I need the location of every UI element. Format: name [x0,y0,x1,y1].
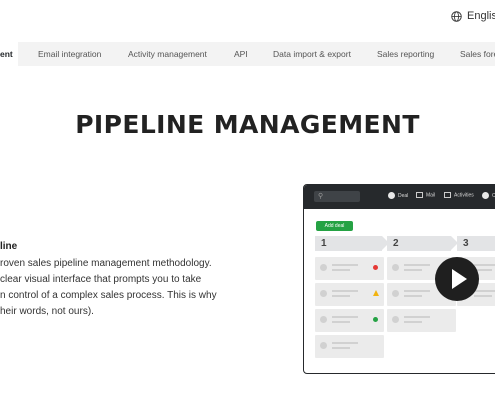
pipeline-stage: 1 [315,236,389,251]
feature-text-line: roven sales pipeline management methodol… [0,258,212,269]
feature-text-line: clear visual interface that prompts you … [0,274,202,285]
tab-api[interactable]: API [234,42,248,66]
mockup-nav-deals: Deal [388,192,408,199]
mockup-search: ⚲ [314,191,360,202]
avatar [320,264,327,271]
search-icon: ⚲ [318,193,324,200]
feature-text-line: n control of a complex sales process. Th… [0,290,217,301]
ok-status-dot [373,317,378,322]
tab-data-import-export[interactable]: Data import & export [273,42,351,66]
avatar [392,316,399,323]
tab-pipeline-management[interactable]: ent [0,42,18,66]
add-deal-button: Add deal [316,221,353,231]
deal-card [315,335,384,358]
avatar [392,264,399,271]
tab-sales-forecasting[interactable]: Sales fore [460,42,495,66]
page-title: PIPELINE MANAGEMENT [75,110,420,139]
language-selector[interactable]: English [451,10,495,22]
mockup-nav-activities: Activities [444,192,474,198]
mockup-nav-label: Activities [454,192,474,199]
play-video-button[interactable] [435,257,479,301]
mockup-nav-contacts: Co [482,192,495,199]
mail-icon [416,192,423,198]
dollar-icon [388,192,395,199]
feature-tab-bar: ent Email integration Activity managemen… [0,42,495,66]
tab-email-integration[interactable]: Email integration [38,42,101,66]
calendar-icon [444,192,451,198]
feature-heading: line [0,241,18,252]
mockup-nav-mail: Mail [416,192,435,198]
avatar [320,342,327,349]
deal-card [315,309,384,332]
globe-icon [451,10,462,22]
warning-icon [373,290,379,296]
pipeline-stage: 2 [387,236,458,251]
pipeline-stage: 3 [457,236,495,251]
avatar [392,290,399,297]
mockup-nav-label: Mail [426,192,436,199]
user-icon [482,192,489,199]
avatar [320,290,327,297]
overdue-status-dot [373,265,378,270]
mockup-nav-label: Deal [398,192,409,199]
tab-sales-reporting[interactable]: Sales reporting [377,42,434,66]
language-label: English [467,10,495,22]
feature-text-line: heir words, not ours). [0,306,94,317]
deal-card [387,309,456,332]
tab-activity-management[interactable]: Activity management [128,42,207,66]
deal-card [315,257,384,280]
deal-card [315,283,384,306]
mockup-top-bar: ⚲ Deal Mail Activities Co [304,185,495,209]
avatar [320,316,327,323]
